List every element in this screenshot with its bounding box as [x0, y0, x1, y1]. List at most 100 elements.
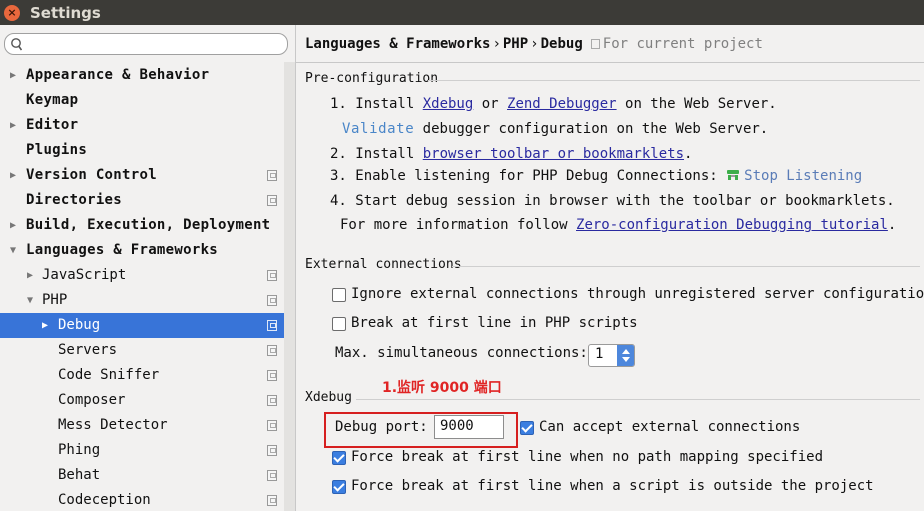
- sidebar-item-label: Appearance & Behavior: [26, 67, 210, 83]
- ignore-external-label: Ignore external connections through unre…: [351, 286, 924, 302]
- xdebug-link[interactable]: Xdebug: [423, 96, 474, 112]
- search-icon: [11, 38, 22, 51]
- sidebar-item-label: PHP: [42, 292, 68, 308]
- sidebar-item-build-execution-deployment[interactable]: ▶ Build, Execution, Deployment: [0, 213, 284, 238]
- force-break-outside-project-label: Force break at first line when a script …: [351, 478, 874, 494]
- validate-line: Validate debugger configuration on the W…: [342, 121, 768, 137]
- collapsed-arrow-icon[interactable]: ▶: [10, 163, 16, 188]
- project-scope-icon: [267, 445, 277, 456]
- collapsed-arrow-icon[interactable]: ▶: [42, 313, 48, 338]
- preconfig-header: Pre-configuration: [305, 71, 439, 86]
- section-divider: [356, 399, 920, 400]
- stop-listening-label: Stop Listening: [744, 168, 863, 184]
- validate-text: debugger configuration on the Web Server…: [414, 121, 769, 137]
- sidebar-item-behat[interactable]: Behat: [0, 463, 284, 488]
- settings-tree: ▶ Appearance & Behavior Keymap ▶ Editor Plugi…: [0, 63, 284, 511]
- sidebar-item-debug[interactable]: ▶ Debug: [0, 313, 284, 338]
- step-1: 1. Install Xdebug or Zend Debugger on th…: [330, 96, 777, 112]
- project-scope-icon: [267, 195, 277, 206]
- sidebar-item-label: Plugins: [26, 142, 88, 158]
- sidebar-item-php[interactable]: ▼ PHP: [0, 288, 284, 313]
- browser-toolbar-link[interactable]: browser toolbar or bookmarklets: [423, 146, 684, 162]
- more-info-text: For more information follow: [340, 217, 577, 233]
- accept-external-checkbox[interactable]: [520, 421, 534, 435]
- zero-config-tutorial-link[interactable]: Zero-configuration Debugging tutorial: [576, 217, 888, 233]
- collapsed-arrow-icon[interactable]: ▶: [27, 263, 33, 288]
- close-button[interactable]: ×: [4, 4, 20, 21]
- max-connections-spinner[interactable]: 1: [588, 344, 635, 367]
- sidebar-scrollbar[interactable]: [284, 62, 295, 511]
- sidebar-item-languages-frameworks[interactable]: ▼ Languages & Frameworks: [0, 238, 284, 263]
- collapsed-arrow-icon[interactable]: ▶: [10, 213, 16, 238]
- step-1-or: or: [473, 96, 508, 112]
- project-scope-icon: [267, 495, 277, 506]
- project-scope-note: For current project: [590, 36, 763, 52]
- step-4: 4. Start debug session in browser with t…: [330, 193, 895, 209]
- breadcrumb-separator: ›: [530, 36, 539, 52]
- sidebar-item-plugins[interactable]: Plugins: [0, 138, 284, 163]
- title-bar: × Settings: [0, 0, 924, 25]
- breadcrumb: Languages & Frameworks › PHP › Debug For curr…: [305, 36, 763, 52]
- step-1-suffix: on the Web Server.: [616, 96, 777, 112]
- sidebar-item-editor[interactable]: ▶ Editor: [0, 113, 284, 138]
- expanded-arrow-icon[interactable]: ▼: [10, 238, 16, 263]
- more-info: For more information follow Zero-configu…: [340, 217, 896, 233]
- external-connections-header: External connections: [305, 257, 462, 272]
- sidebar-item-label: Debug: [58, 317, 101, 333]
- expanded-arrow-icon[interactable]: ▼: [27, 288, 33, 313]
- sidebar-item-codeception[interactable]: Codeception: [0, 488, 284, 511]
- header-divider: [296, 62, 924, 63]
- force-break-no-mapping-label: Force break at first line when no path m…: [351, 449, 824, 465]
- validate-link[interactable]: Validate: [342, 121, 414, 137]
- sidebar-item-label: Build, Execution, Deployment: [26, 217, 271, 233]
- max-connections-label: Max. simultaneous connections:: [335, 345, 588, 361]
- sidebar-item-label: Behat: [58, 467, 101, 483]
- sidebar-item-keymap[interactable]: Keymap: [0, 88, 284, 113]
- sidebar-item-label: Phing: [58, 442, 101, 458]
- sidebar-item-label: JavaScript: [42, 267, 127, 283]
- more-info-suffix: .: [887, 217, 897, 233]
- step-3: 3. Enable listening for PHP Debug Connec…: [330, 168, 862, 184]
- sidebar-item-servers[interactable]: Servers: [0, 338, 284, 363]
- debug-port-value: 9000: [440, 418, 474, 434]
- project-scope-icon: [267, 470, 277, 481]
- project-scope-icon: [267, 170, 277, 181]
- sidebar-item-code-sniffer[interactable]: Code Sniffer: [0, 363, 284, 388]
- step-2: 2. Install browser toolbar or bookmarkle…: [330, 146, 692, 162]
- sidebar-item-directories[interactable]: Directories: [0, 188, 284, 213]
- annotation-listen-port: 1.监听 9000 端口: [382, 380, 502, 396]
- sidebar-item-mess-detector[interactable]: Mess Detector: [0, 413, 284, 438]
- sidebar-item-label: Version Control: [26, 167, 157, 183]
- break-first-line-checkbox[interactable]: [332, 317, 346, 331]
- sidebar-item-composer[interactable]: Composer: [0, 388, 284, 413]
- project-scope-icon: [267, 395, 277, 406]
- phone-listening-icon: [727, 170, 740, 180]
- spinner-arrows-icon[interactable]: [617, 345, 634, 366]
- sidebar-item-label: Keymap: [26, 92, 79, 108]
- collapsed-arrow-icon[interactable]: ▶: [10, 113, 16, 138]
- zend-debugger-link[interactable]: Zend Debugger: [507, 96, 617, 112]
- sidebar-item-appearance-behavior[interactable]: ▶ Appearance & Behavior: [0, 63, 284, 88]
- project-scope-icon: [267, 270, 277, 281]
- search-input[interactable]: [4, 33, 288, 55]
- sidebar-item-label: Codeception: [58, 492, 151, 508]
- force-break-outside-project-checkbox[interactable]: [332, 480, 346, 494]
- break-first-line-label: Break at first line in PHP scripts: [351, 315, 638, 331]
- stop-listening-link[interactable]: Stop Listening: [726, 168, 862, 184]
- window-title: Settings: [30, 3, 101, 22]
- force-break-no-mapping-checkbox[interactable]: [332, 451, 346, 465]
- section-divider: [452, 266, 920, 267]
- step-3-text: 3. Enable listening for PHP Debug Connec…: [330, 168, 727, 184]
- ignore-external-checkbox[interactable]: [332, 288, 346, 302]
- accept-external-label: Can accept external connections: [539, 419, 801, 435]
- step-2-text: 2. Install: [330, 146, 423, 162]
- project-scope-icon: [267, 320, 277, 331]
- collapsed-arrow-icon[interactable]: ▶: [10, 63, 16, 88]
- debug-port-input[interactable]: 9000: [434, 415, 504, 439]
- sidebar-item-label: Composer: [58, 392, 126, 408]
- sidebar-item-javascript[interactable]: ▶ JavaScript: [0, 263, 284, 288]
- sidebar-item-version-control[interactable]: ▶ Version Control: [0, 163, 284, 188]
- sidebar-item-phing[interactable]: Phing: [0, 438, 284, 463]
- section-divider: [428, 80, 920, 81]
- max-connections-value: 1: [595, 346, 604, 362]
